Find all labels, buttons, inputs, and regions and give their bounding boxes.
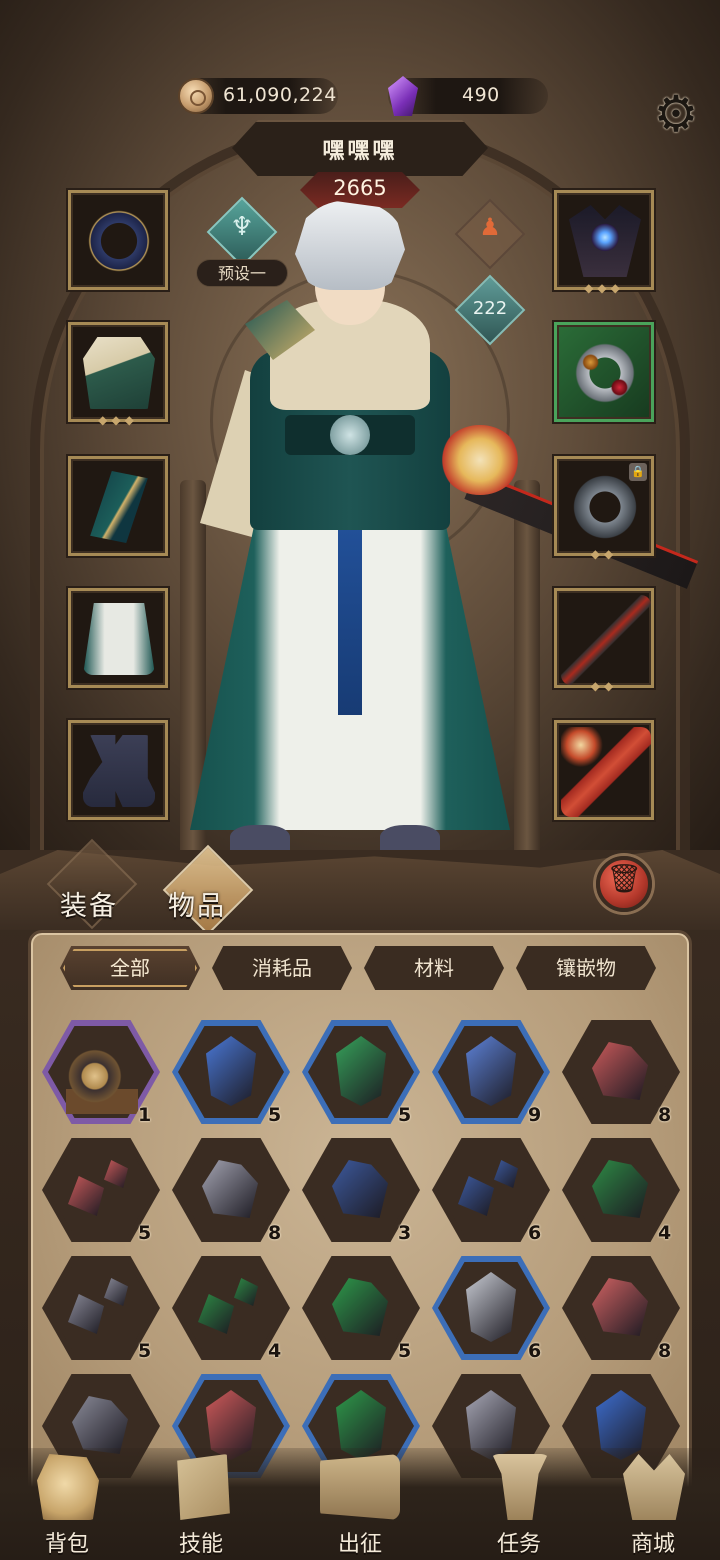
item-quantity: 5	[398, 1340, 412, 1362]
nav-label: 出征	[337, 1532, 382, 1557]
socket-dots: ◆◆◆	[584, 281, 624, 295]
item-quantity: 3	[398, 1222, 412, 1244]
tab-equipment[interactable]: 装备	[60, 884, 118, 923]
clockwork-machine-icon	[66, 1030, 138, 1114]
player-name: 嘿嘿嘿	[322, 139, 398, 164]
bag-icon	[37, 1454, 99, 1520]
item-quantity: 5	[398, 1104, 412, 1126]
bracelet-icon	[569, 337, 641, 409]
trash-icon: 🗑	[606, 862, 642, 895]
gem-value: 490	[462, 84, 500, 106]
filter-all[interactable]: 全部	[60, 946, 200, 990]
crown-icon	[569, 205, 641, 277]
lion-staff-head	[440, 425, 520, 495]
beads-icon	[569, 471, 641, 543]
equip-slot-bracelet[interactable]	[554, 322, 654, 422]
gem-counter[interactable]: 490	[388, 76, 548, 116]
bracer-icon	[90, 471, 148, 543]
equip-slot-armor[interactable]: ◆◆◆	[68, 322, 168, 427]
boots-icon	[83, 735, 155, 807]
item-quantity: 4	[268, 1340, 282, 1362]
item-quantity: 5	[138, 1340, 152, 1362]
equip-slot-boots[interactable]	[68, 720, 168, 820]
staff-icon	[561, 727, 651, 817]
socket-dots: ◆◆	[590, 679, 618, 693]
item-quantity: 5	[138, 1222, 152, 1244]
equip-slot-offhand[interactable]	[554, 720, 654, 820]
game-screen: 61,090,224 490 ⚙ 嘿嘿嘿 2665 ♆ 预设一 ♟ 222 ◆◆…	[0, 0, 720, 1560]
filter-inlays[interactable]: 镶嵌物	[516, 946, 656, 990]
shop-crown-icon	[623, 1454, 685, 1520]
gold-counter: 61,090,224	[178, 78, 338, 114]
nav-label: 技能	[178, 1532, 223, 1557]
nav-tasks[interactable]: 任务	[464, 1454, 574, 1560]
equip-slot-ring[interactable]	[68, 190, 168, 290]
nav-bag[interactable]: 背包	[12, 1454, 122, 1560]
equip-slot-weapon[interactable]: ◆◆	[554, 588, 654, 693]
item-quantity: 4	[658, 1222, 672, 1244]
task-scroll-icon	[492, 1454, 548, 1520]
skill-book-icon	[177, 1454, 230, 1520]
item-quantity: 8	[658, 1104, 672, 1126]
item-quantity: 9	[528, 1104, 542, 1126]
item-quantity: 1	[138, 1104, 152, 1126]
equip-slot-beads[interactable]: 🔒 ◆◆	[554, 456, 654, 561]
power-value: 2665	[333, 176, 387, 200]
filter-materials[interactable]: 材料	[364, 946, 504, 990]
march-flag-icon	[320, 1454, 400, 1520]
gold-value: 61,090,224	[223, 84, 337, 106]
character-hair	[295, 200, 405, 290]
nav-march[interactable]: 出征	[305, 1454, 415, 1560]
character-buckle	[330, 415, 370, 455]
nav-shop[interactable]: 商城	[598, 1454, 708, 1560]
sword-icon	[561, 595, 651, 685]
equip-slot-bracer[interactable]	[68, 456, 168, 556]
coin-icon	[178, 78, 214, 114]
skirt-icon	[83, 603, 155, 675]
character-figure[interactable]	[190, 200, 699, 860]
nav-label: 背包	[44, 1532, 89, 1557]
nav-skills[interactable]: 技能	[146, 1454, 256, 1560]
nav-label: 任务	[496, 1532, 541, 1557]
lock-icon: 🔒	[629, 463, 647, 481]
socket-dots: ◆◆◆	[98, 413, 138, 427]
equip-slot-head[interactable]: ◆◆◆	[554, 190, 654, 295]
tab-items[interactable]: 物品	[168, 884, 226, 923]
vest-icon	[83, 337, 155, 409]
ring-icon	[83, 205, 155, 277]
socket-dots: ◆◆	[590, 547, 618, 561]
item-quantity: 5	[268, 1104, 282, 1126]
item-quantity: 6	[528, 1222, 542, 1244]
item-quantity: 8	[658, 1340, 672, 1362]
equip-slot-legs[interactable]	[68, 588, 168, 688]
item-quantity: 6	[528, 1340, 542, 1362]
gear-icon[interactable]: ⚙	[650, 88, 702, 140]
filter-consumables[interactable]: 消耗品	[212, 946, 352, 990]
nav-label: 商城	[630, 1532, 675, 1557]
item-quantity: 8	[268, 1222, 282, 1244]
